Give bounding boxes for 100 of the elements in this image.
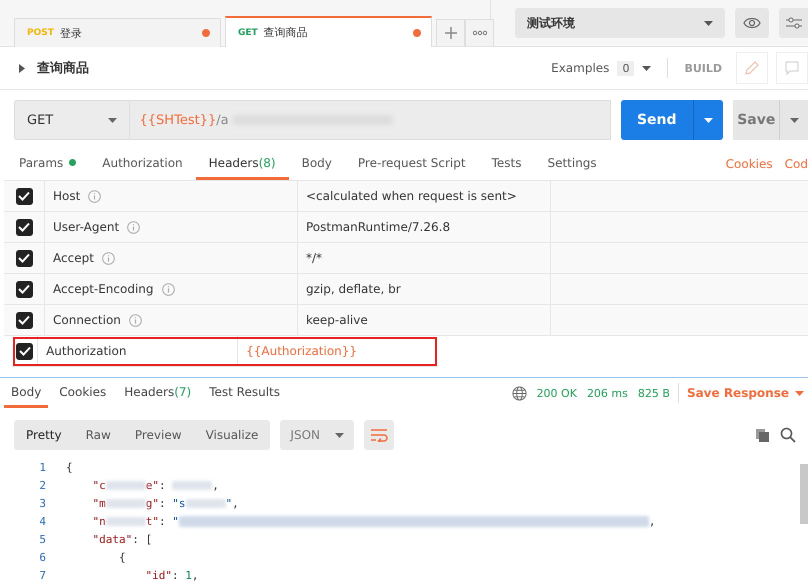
code-token: g" bbox=[146, 496, 159, 510]
format-select[interactable]: JSON bbox=[280, 420, 354, 450]
line-number: 5 bbox=[38, 532, 47, 546]
new-tab-button[interactable] bbox=[436, 19, 465, 46]
header-key: Connection bbox=[53, 313, 121, 327]
globe-icon[interactable] bbox=[512, 386, 527, 400]
code-token: "data" bbox=[91, 532, 132, 546]
redacted-block bbox=[106, 498, 146, 508]
checkbox[interactable] bbox=[16, 188, 32, 204]
caret-icon bbox=[108, 118, 117, 122]
code-token: : [ bbox=[132, 532, 152, 546]
pencil-icon bbox=[744, 60, 760, 76]
checkbox[interactable] bbox=[16, 250, 32, 266]
response-tab[interactable]: Cookies bbox=[52, 378, 114, 408]
eye-button[interactable] bbox=[735, 8, 769, 38]
line-number: 2 bbox=[38, 478, 47, 492]
sliders-icon bbox=[786, 16, 802, 30]
code-token: { bbox=[66, 460, 73, 474]
code-token: : bbox=[159, 514, 167, 528]
examples-count: 0 bbox=[617, 60, 634, 76]
code-token: : bbox=[159, 496, 167, 510]
code-token: 1 bbox=[185, 568, 192, 582]
checkbox[interactable] bbox=[16, 312, 32, 328]
code-token: , bbox=[192, 568, 198, 582]
request-tab[interactable]: GET 查询商品 bbox=[225, 16, 432, 47]
request-section-tab[interactable]: Settings bbox=[534, 148, 610, 180]
code-token: { bbox=[118, 550, 126, 564]
send-options-button[interactable] bbox=[692, 100, 724, 140]
scrollbar-thumb[interactable] bbox=[800, 464, 808, 524]
eye-icon bbox=[743, 17, 761, 29]
save-button[interactable]: Save bbox=[733, 100, 780, 140]
header-key: Accept bbox=[53, 251, 94, 265]
redacted-block bbox=[186, 498, 226, 508]
checkbox[interactable] bbox=[16, 280, 32, 298]
view-mode-tab[interactable]: Visualize bbox=[194, 420, 270, 450]
code-token: "n bbox=[91, 514, 106, 528]
response-time: 206 ms bbox=[586, 386, 628, 400]
response-tab[interactable]: Headers(7) bbox=[117, 378, 198, 408]
settings-button[interactable] bbox=[779, 8, 808, 38]
status-code: 200 OK bbox=[536, 386, 577, 400]
method-label: POST bbox=[27, 28, 54, 38]
header-key: Accept-Encoding bbox=[53, 282, 154, 296]
request-section-tab[interactable]: Pre-request Script bbox=[344, 148, 479, 180]
plus-icon bbox=[444, 26, 458, 40]
redacted-block bbox=[106, 480, 146, 490]
tab-title: 登录 bbox=[60, 26, 82, 40]
checkbox[interactable] bbox=[16, 342, 34, 360]
expand-icon[interactable] bbox=[19, 64, 25, 72]
examples-label[interactable]: Examples bbox=[551, 61, 610, 75]
caret-icon[interactable] bbox=[642, 66, 652, 70]
view-mode-tab[interactable]: Preview bbox=[122, 420, 194, 450]
view-mode-tab[interactable]: Pretty bbox=[14, 420, 74, 450]
code-token: "s bbox=[172, 496, 186, 510]
wrap-button[interactable] bbox=[364, 420, 394, 450]
code-token: " bbox=[226, 496, 232, 510]
search-icon[interactable] bbox=[780, 427, 796, 443]
code-token: "m bbox=[91, 496, 106, 510]
response-size: 825 B bbox=[638, 386, 670, 400]
header-value: gzip, deflate, br bbox=[306, 282, 401, 296]
copy-icon[interactable] bbox=[755, 428, 770, 442]
code-token: : bbox=[159, 478, 167, 492]
header-value: {{Authorization}} bbox=[246, 344, 358, 358]
line-number: 4 bbox=[38, 514, 47, 528]
more-icon bbox=[472, 30, 486, 36]
code-token: , bbox=[212, 478, 219, 492]
checkbox[interactable] bbox=[16, 218, 32, 236]
method-label: GET bbox=[238, 28, 258, 38]
comment-icon bbox=[785, 61, 799, 75]
line-number: 1 bbox=[38, 460, 47, 474]
code-token: e" bbox=[146, 478, 159, 492]
request-section-tab[interactable]: Params bbox=[6, 148, 90, 180]
line-number: 6 bbox=[38, 550, 47, 564]
code-token: , bbox=[232, 496, 239, 510]
view-mode-tab[interactable]: Raw bbox=[74, 420, 123, 450]
redacted-block bbox=[172, 480, 212, 490]
code-token: "c bbox=[91, 478, 106, 492]
response-tab[interactable]: Body bbox=[4, 378, 48, 408]
caret-icon bbox=[704, 20, 713, 26]
request-section-tab[interactable]: Tests bbox=[478, 148, 534, 180]
send-button[interactable]: Send bbox=[620, 100, 693, 140]
caret-icon bbox=[335, 432, 344, 438]
response-tab[interactable]: Test Results bbox=[202, 378, 288, 408]
redacted-block bbox=[106, 516, 146, 526]
line-number: 3 bbox=[38, 496, 47, 510]
request-section-tab[interactable]: Body bbox=[288, 148, 345, 180]
header-key: Host bbox=[53, 189, 80, 203]
header-value: keep-alive bbox=[306, 313, 368, 327]
request-title: 查询商品 bbox=[37, 60, 89, 77]
code-token: "id" bbox=[144, 568, 172, 582]
code-token: , bbox=[648, 514, 656, 528]
caret-icon bbox=[704, 118, 713, 122]
request-tab[interactable]: POST 登录 bbox=[14, 18, 221, 47]
line-number: 7 bbox=[38, 568, 47, 582]
code-token: " bbox=[172, 514, 179, 528]
method-select[interactable]: GET bbox=[14, 100, 130, 140]
header-value: <calculated when request is sent> bbox=[306, 189, 517, 203]
environment-select[interactable]: 测试环境 bbox=[515, 8, 725, 38]
more-tabs-button[interactable] bbox=[465, 19, 494, 46]
request-section-tab[interactable]: Authorization bbox=[89, 148, 196, 180]
header-key: Authorization bbox=[46, 344, 126, 358]
